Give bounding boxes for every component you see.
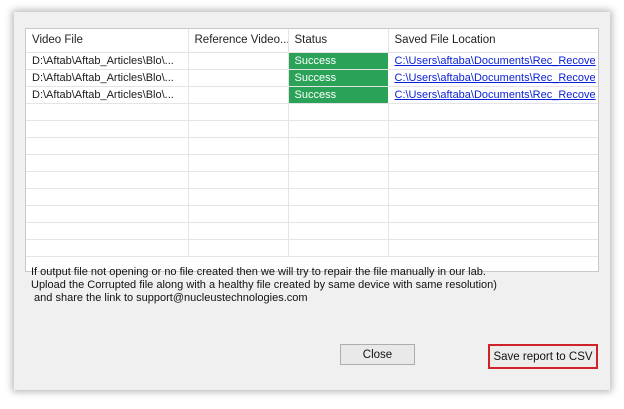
status-cell: Success (288, 52, 389, 70)
empty-cell (26, 239, 189, 257)
saved-location-link[interactable]: C:\Users\aftaba\Documents\Rec_Recove (395, 89, 596, 101)
empty-cell (188, 222, 289, 240)
empty-row (26, 171, 598, 189)
empty-cell (26, 154, 189, 172)
empty-cell (288, 205, 389, 223)
empty-cell (388, 154, 598, 172)
empty-cell (188, 120, 289, 138)
help-message: If output file not opening or no file cr… (31, 266, 591, 305)
video-file-cell: D:\Aftab\Aftab_Articles\Blo\... (26, 69, 189, 87)
empty-cell (188, 188, 289, 206)
empty-cell (388, 137, 598, 155)
video-file-cell: D:\Aftab\Aftab_Articles\Blo\... (26, 52, 189, 70)
empty-row (26, 120, 598, 138)
empty-cell (288, 120, 389, 138)
empty-cell (388, 239, 598, 257)
empty-cell (26, 120, 189, 138)
empty-row (26, 222, 598, 240)
empty-cell (188, 154, 289, 172)
table-header-row: Video File Reference Video... Status Sav… (26, 29, 598, 53)
help-line: If output file not opening or no file cr… (31, 266, 486, 278)
empty-cell (388, 171, 598, 189)
empty-row (26, 137, 598, 155)
empty-cell (288, 171, 389, 189)
empty-cell (188, 171, 289, 189)
empty-cell (388, 120, 598, 138)
empty-cell (188, 137, 289, 155)
status-cell: Success (288, 86, 389, 104)
empty-cell (26, 137, 189, 155)
column-header-saved-location[interactable]: Saved File Location (388, 29, 598, 53)
results-table: Video File Reference Video... Status Sav… (26, 29, 598, 257)
saved-location-link[interactable]: C:\Users\aftaba\Documents\Rec_Recove (395, 72, 596, 84)
empty-cell (288, 239, 389, 257)
empty-rows (26, 103, 598, 257)
table-row[interactable]: D:\Aftab\Aftab_Articles\Blo\... Success … (26, 69, 598, 87)
status-cell: Success (288, 69, 389, 87)
results-grid: Video File Reference Video... Status Sav… (25, 28, 599, 272)
empty-cell (388, 222, 598, 240)
empty-row (26, 188, 598, 206)
empty-cell (288, 188, 389, 206)
empty-cell (388, 205, 598, 223)
empty-cell (26, 103, 189, 121)
reference-video-cell (188, 86, 289, 104)
empty-cell (388, 188, 598, 206)
saved-location-cell: C:\Users\aftaba\Documents\Rec_Recove (388, 52, 598, 70)
video-file-cell: D:\Aftab\Aftab_Articles\Blo\... (26, 86, 189, 104)
empty-cell (288, 222, 389, 240)
empty-cell (188, 239, 289, 257)
empty-cell (288, 137, 389, 155)
reference-video-cell (188, 52, 289, 70)
empty-row (26, 154, 598, 172)
reference-video-cell (188, 69, 289, 87)
column-header-video-file[interactable]: Video File (26, 29, 189, 53)
save-report-csv-button[interactable]: Save report to CSV (488, 344, 598, 369)
empty-cell (26, 188, 189, 206)
saved-location-link[interactable]: C:\Users\aftaba\Documents\Rec_Recove (395, 55, 596, 67)
empty-cell (26, 171, 189, 189)
empty-cell (188, 205, 289, 223)
empty-cell (188, 103, 289, 121)
empty-cell (288, 154, 389, 172)
saved-location-cell: C:\Users\aftaba\Documents\Rec_Recove (388, 86, 598, 104)
saved-location-cell: C:\Users\aftaba\Documents\Rec_Recove (388, 69, 598, 87)
column-header-reference-video[interactable]: Reference Video... (188, 29, 289, 53)
column-header-status[interactable]: Status (288, 29, 389, 53)
empty-row (26, 205, 598, 223)
empty-cell (388, 103, 598, 121)
table-row[interactable]: D:\Aftab\Aftab_Articles\Blo\... Success … (26, 86, 598, 104)
empty-cell (26, 222, 189, 240)
empty-row (26, 239, 598, 257)
table-row[interactable]: D:\Aftab\Aftab_Articles\Blo\... Success … (26, 52, 598, 70)
help-line: Upload the Corrupted file along with a h… (31, 279, 497, 291)
close-button[interactable]: Close (340, 344, 415, 365)
empty-cell (288, 103, 389, 121)
report-dialog: Video File Reference Video... Status Sav… (14, 12, 610, 390)
empty-cell (26, 205, 189, 223)
empty-row (26, 103, 598, 121)
help-line: and share the link to support@nucleustec… (31, 292, 308, 304)
